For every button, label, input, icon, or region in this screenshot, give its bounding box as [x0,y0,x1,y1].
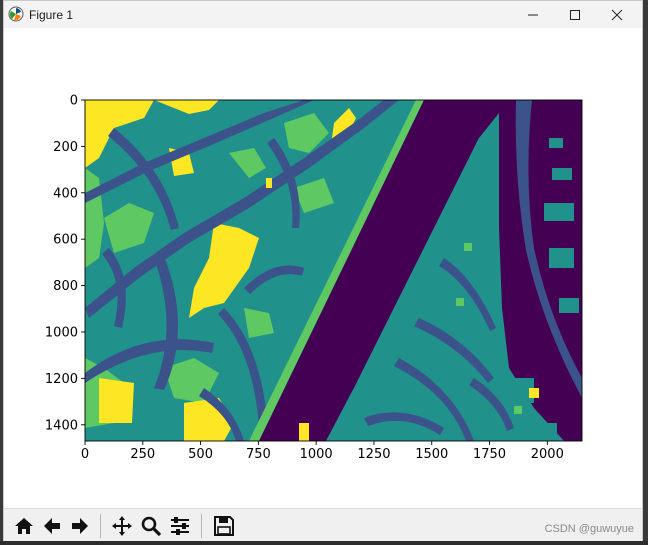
home-icon [15,518,33,534]
y-tick-label: 800 [53,279,78,294]
home-button[interactable] [10,512,38,540]
zoom-icon [141,516,162,537]
maximize-icon [570,9,580,20]
x-tick-label: 0 [81,447,89,462]
axes: 0 250 500 750 1000 1250 1500 1750 2000 0 200 400 60… [45,94,583,462]
forward-icon [72,518,88,534]
y-tick-label: 1400 [45,418,78,433]
minimize-button[interactable] [512,1,554,28]
taskbar-strip [0,541,648,545]
configure-subplots-icon [171,517,189,535]
x-tick-label: 500 [188,447,213,462]
x-axis: 0 250 500 750 1000 1250 1500 1750 2000 [81,441,564,462]
x-tick-label: 2000 [531,447,564,462]
forward-button[interactable] [66,512,94,540]
back-button[interactable] [38,512,66,540]
save-icon [214,516,234,536]
y-tick-label: 1200 [45,372,78,387]
pan-icon [112,516,132,536]
x-tick-label: 1250 [357,447,390,462]
minimize-icon [528,14,538,15]
toolbar-separator [201,514,202,538]
watermark-text: CSDN @guwuyue [544,523,634,535]
y-tick-label: 1000 [45,325,78,340]
zoom-button[interactable] [137,512,165,540]
close-button[interactable] [596,1,638,28]
y-axis: 0 200 400 600 800 1000 1200 1400 [45,94,85,433]
x-tick-label: 1000 [300,447,333,462]
navigation-toolbar: CSDN @guwuyue [4,508,642,542]
y-tick-label: 0 [70,94,78,109]
segmentation-image [85,100,582,441]
save-button[interactable] [210,512,238,540]
configure-subplots-button[interactable] [166,512,194,540]
back-icon [44,518,60,534]
x-tick-label: 1500 [415,447,448,462]
title-bar[interactable]: Figure 1 [4,1,642,28]
plot-svg: 0 250 500 750 1000 1250 1500 1750 2000 0 200 400 60… [45,94,583,462]
window-title: Figure 1 [29,8,74,22]
y-tick-label: 200 [53,140,78,155]
toolbar-separator [100,514,101,538]
y-tick-label: 600 [53,233,78,248]
figure-canvas[interactable]: 0 250 500 750 1000 1250 1500 1750 2000 0 200 400 60… [4,28,642,508]
maximize-button[interactable] [554,1,596,28]
matplotlib-icon [8,6,24,22]
close-icon [611,9,623,20]
y-tick-label: 400 [53,186,78,201]
x-tick-label: 750 [246,447,271,462]
x-tick-label: 250 [130,447,155,462]
x-tick-label: 1750 [473,447,506,462]
pan-button[interactable] [108,512,136,540]
figure-window: Figure 1 0 250 500 750 1000 1250 1500 17… [3,0,643,545]
